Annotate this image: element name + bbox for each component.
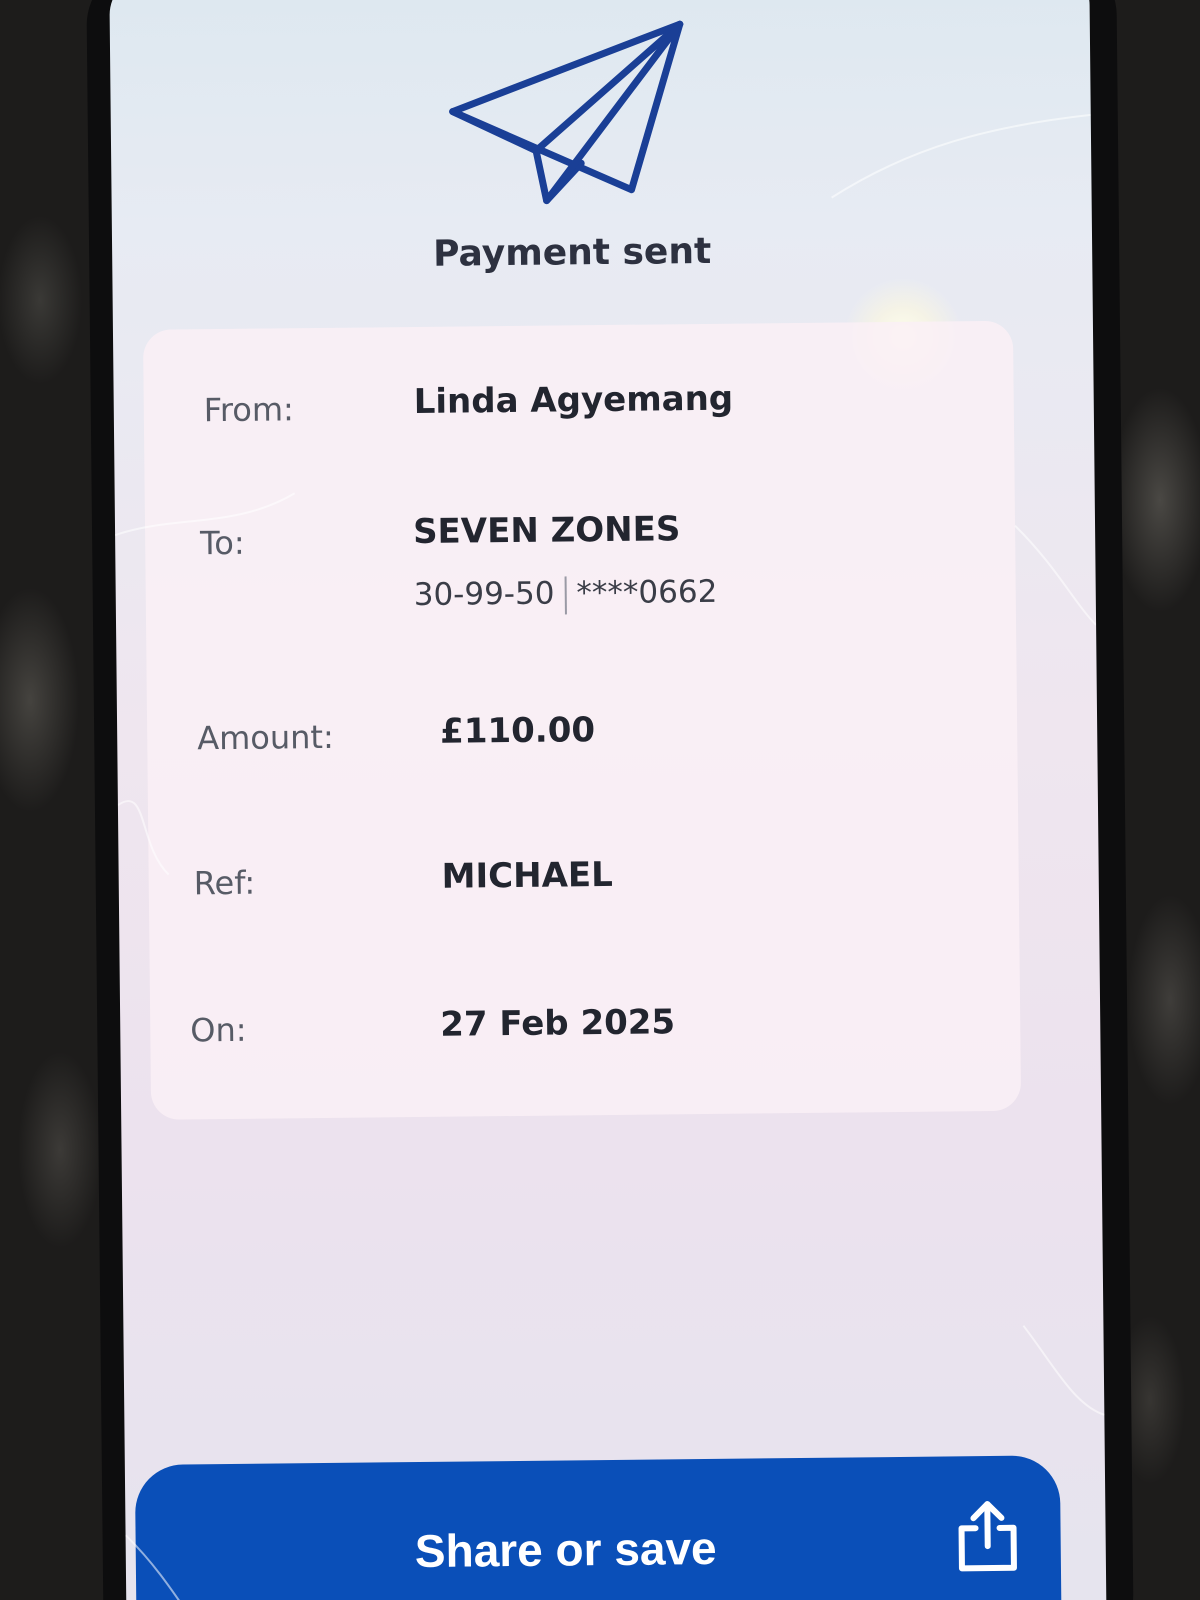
- ref-value: MICHAEL: [441, 854, 613, 897]
- amount-value: £110.00: [439, 710, 596, 752]
- paper-plane-icon: [449, 20, 684, 205]
- account-number: ****0662: [576, 573, 718, 612]
- share-icon: [958, 1501, 1017, 1572]
- from-value: Linda Agyemang: [413, 378, 734, 423]
- to-name: SEVEN ZONES: [412, 509, 681, 553]
- share-or-save-button[interactable]: Share or save: [134, 1455, 1062, 1600]
- account-divider: [564, 575, 567, 614]
- sort-code: 30-99-50: [413, 575, 555, 614]
- to-label: To:: [199, 523, 245, 563]
- payment-details-card: From: Linda Agyemang To: SEVEN ZONES 30-…: [142, 320, 1022, 1120]
- amount-label: Amount:: [197, 717, 334, 758]
- on-label: On:: [190, 1010, 247, 1050]
- to-account-details: 30-99-50 ****0662: [414, 574, 718, 616]
- on-value: 27 Feb 2025: [440, 1002, 676, 1045]
- ref-label: Ref:: [193, 863, 256, 903]
- phone-screen: Payment sent From: Linda Agyemang To: SE…: [109, 0, 1107, 1600]
- from-label: From:: [203, 390, 295, 430]
- share-button-label: Share or save: [414, 1521, 717, 1578]
- page-title: Payment sent: [432, 230, 712, 275]
